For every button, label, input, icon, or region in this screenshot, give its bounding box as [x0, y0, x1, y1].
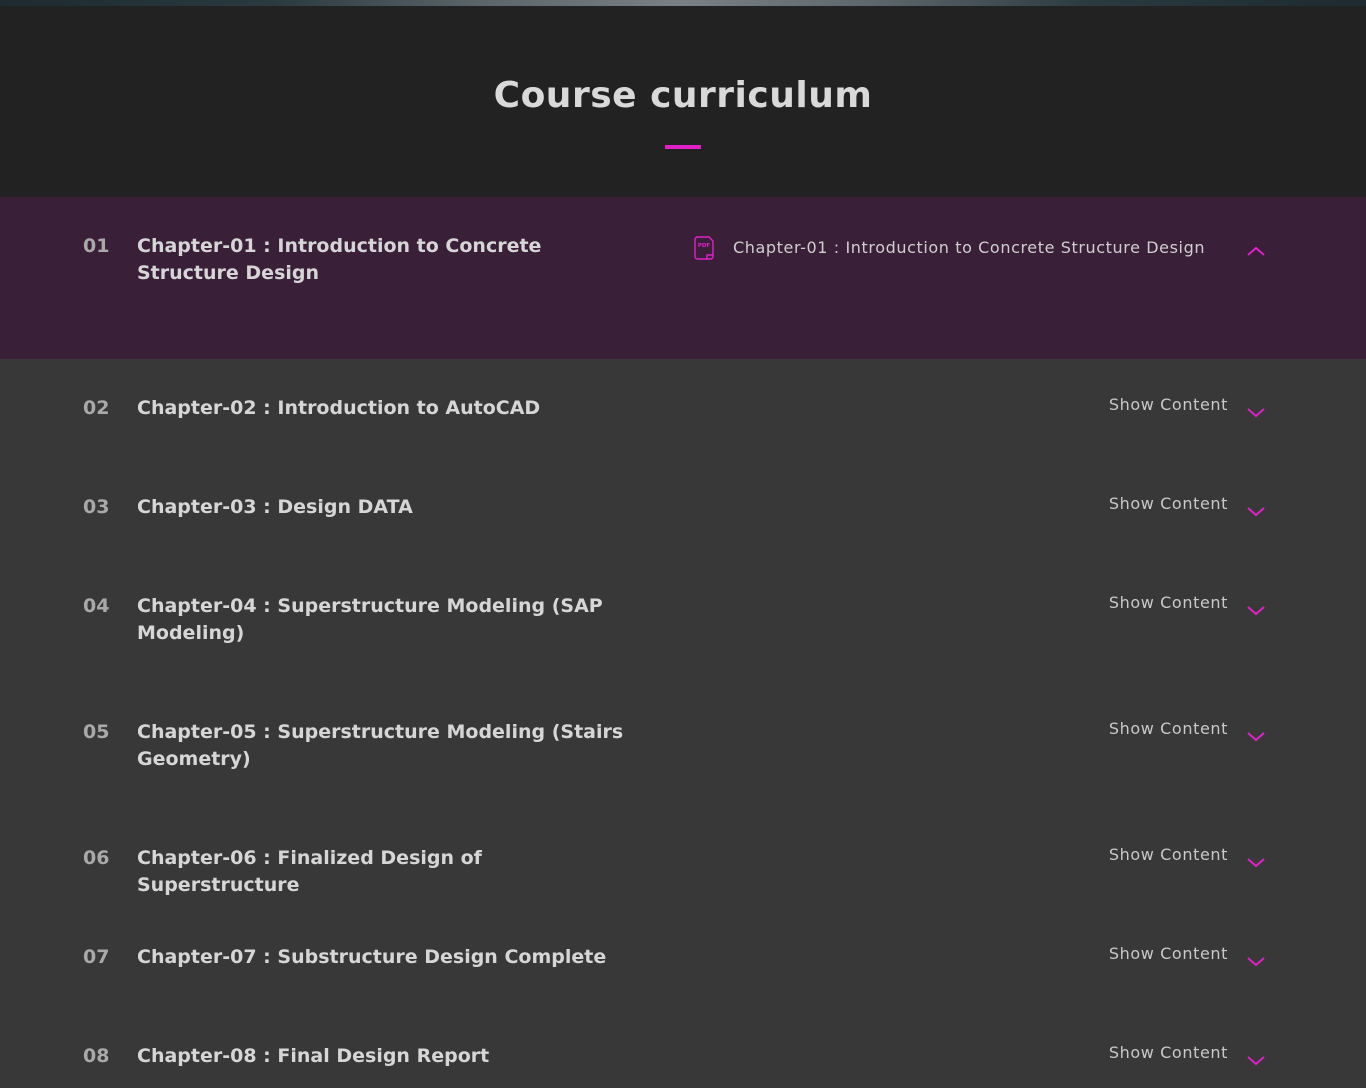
- show-content-button[interactable]: Show Content: [1109, 395, 1228, 415]
- chapter-title[interactable]: Chapter-03 : Design DATA: [137, 494, 637, 521]
- chapter-number: 08: [83, 1045, 110, 1067]
- show-content-button[interactable]: Show Content: [1109, 944, 1228, 964]
- chapter-number: 03: [83, 496, 110, 518]
- chapter-row-04[interactable]: 04 Chapter-04 : Superstructure Modeling …: [0, 557, 1366, 683]
- chapter-number: 01: [83, 235, 110, 257]
- chapter-row-07[interactable]: 07 Chapter-07 : Substructure Design Comp…: [0, 908, 1366, 1007]
- chapter-title[interactable]: Chapter-06 : Finalized Design of Superst…: [137, 845, 637, 899]
- chapter-row-02[interactable]: 02 Chapter-02 : Introduction to AutoCAD …: [0, 359, 1366, 458]
- chapter-title[interactable]: Chapter-07 : Substructure Design Complet…: [137, 944, 637, 971]
- show-content-button[interactable]: Show Content: [1109, 719, 1228, 739]
- chevron-down-icon[interactable]: [1246, 1051, 1266, 1066]
- chapter-number: 06: [83, 847, 110, 869]
- show-content-button[interactable]: Show Content: [1109, 494, 1228, 514]
- chapter-title[interactable]: Chapter-08 : Final Design Report: [137, 1043, 637, 1070]
- chapter-row-03[interactable]: 03 Chapter-03 : Design DATA Show Content: [0, 458, 1366, 557]
- chevron-down-icon[interactable]: [1246, 727, 1266, 742]
- chapter-title[interactable]: Chapter-02 : Introduction to AutoCAD: [137, 395, 637, 422]
- chevron-up-icon[interactable]: [1246, 242, 1266, 256]
- chapter-number: 07: [83, 946, 110, 968]
- chapter-number: 04: [83, 595, 110, 617]
- chapter-row-01[interactable]: 01 Chapter-01 : Introduction to Concrete…: [0, 197, 1366, 359]
- chevron-down-icon[interactable]: [1246, 853, 1266, 868]
- chapter-row-05[interactable]: 05 Chapter-05 : Superstructure Modeling …: [0, 683, 1366, 809]
- chapter-number: 02: [83, 397, 110, 419]
- chapter-title[interactable]: Chapter-05 : Superstructure Modeling (St…: [137, 719, 637, 773]
- chevron-down-icon[interactable]: [1246, 952, 1266, 967]
- svg-text:PDF: PDF: [698, 243, 711, 249]
- title-underline: [665, 145, 701, 149]
- chevron-down-icon[interactable]: [1246, 403, 1266, 418]
- lesson-link[interactable]: Chapter-01 : Introduction to Concrete St…: [733, 238, 1205, 258]
- show-content-button[interactable]: Show Content: [1109, 593, 1228, 613]
- pdf-file-icon: PDF: [694, 236, 714, 260]
- chapter-row-06[interactable]: 06 Chapter-06 : Finalized Design of Supe…: [0, 809, 1366, 908]
- show-content-button[interactable]: Show Content: [1109, 1043, 1228, 1063]
- chapter-row-08[interactable]: 08 Chapter-08 : Final Design Report Show…: [0, 1007, 1366, 1088]
- show-content-button[interactable]: Show Content: [1109, 845, 1228, 865]
- chapter-title[interactable]: Chapter-01 : Introduction to Concrete St…: [137, 233, 637, 287]
- chapter-number: 05: [83, 721, 110, 743]
- section-title: Course curriculum: [493, 75, 873, 116]
- chevron-down-icon[interactable]: [1246, 601, 1266, 616]
- chevron-down-icon[interactable]: [1246, 502, 1266, 517]
- chapter-title[interactable]: Chapter-04 : Superstructure Modeling (SA…: [137, 593, 637, 647]
